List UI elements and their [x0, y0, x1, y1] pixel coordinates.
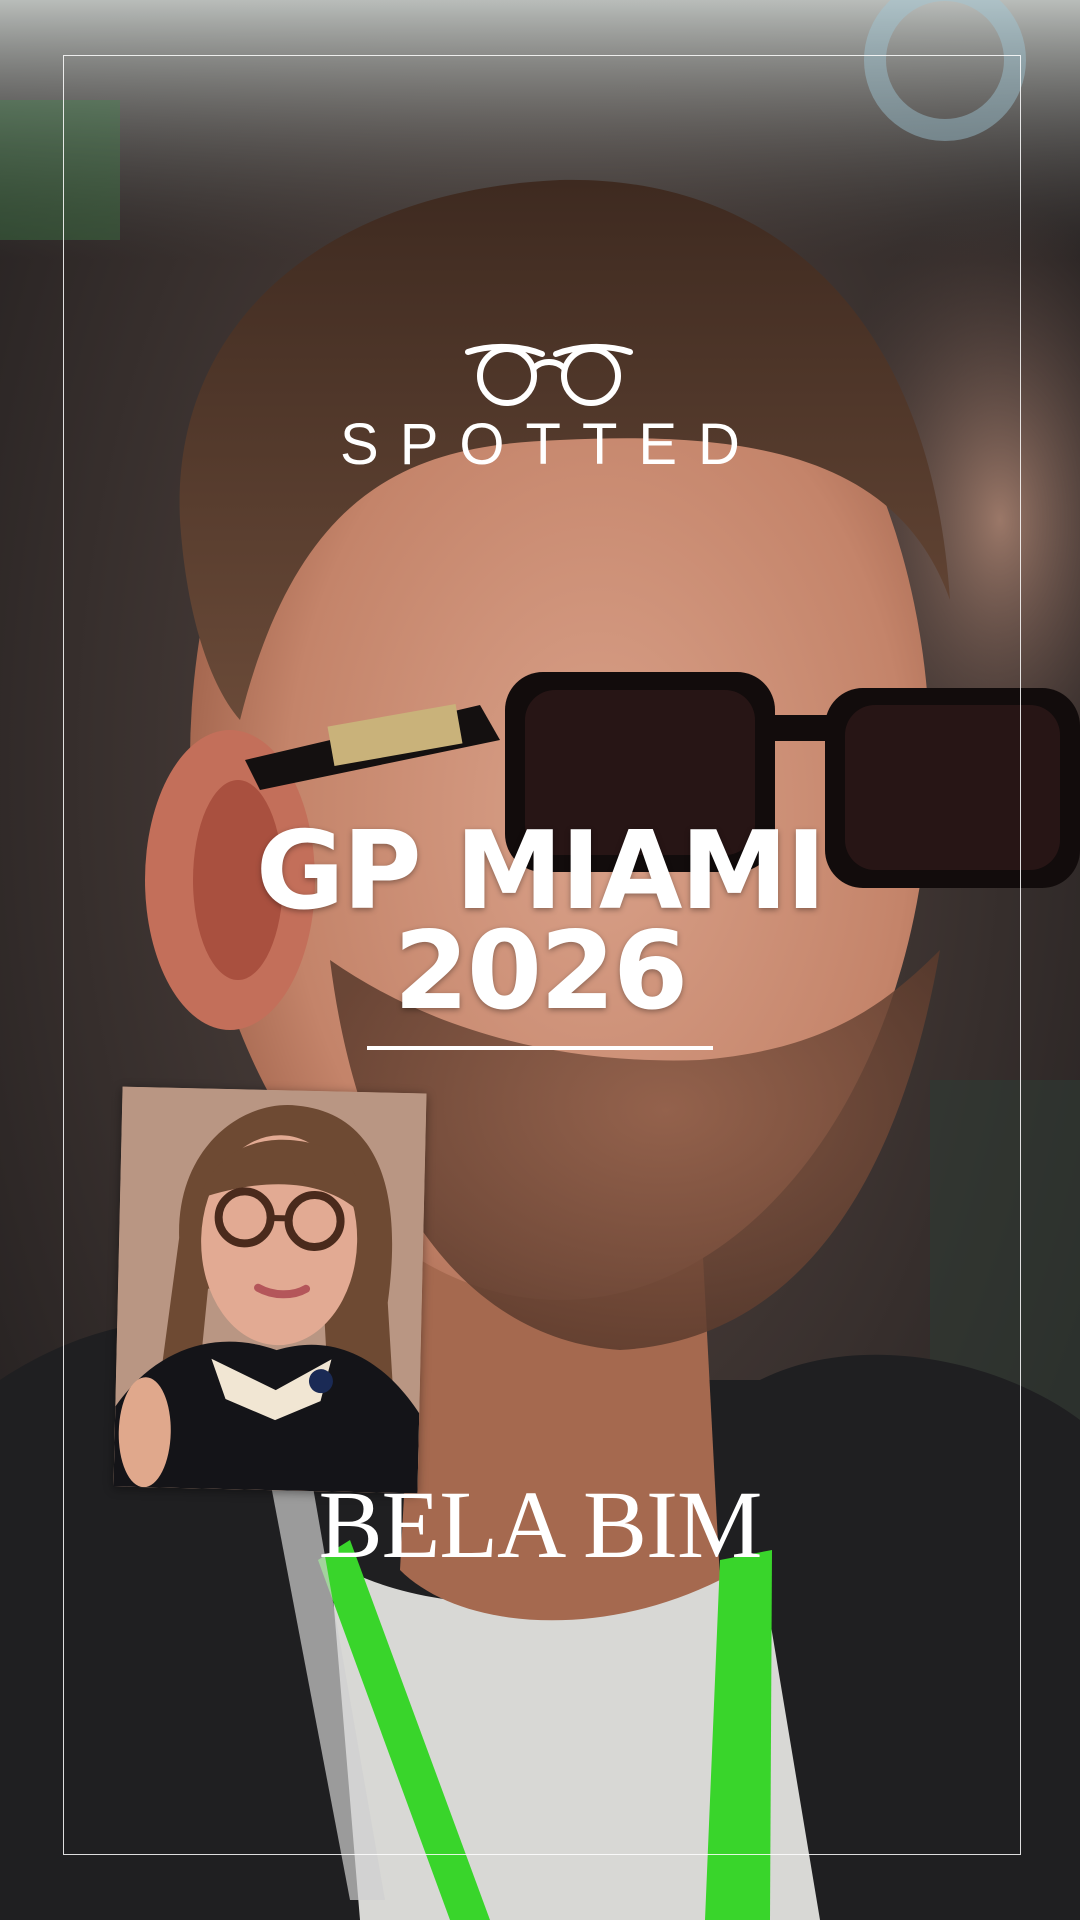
presenter-video-overlay	[113, 1086, 427, 1494]
headline-line-2: 2026	[393, 909, 689, 1034]
headline: GP MIAMI 2026	[0, 809, 1080, 1034]
glasses-icon	[465, 343, 633, 406]
brand-logo: BELA BIM	[318, 1471, 763, 1578]
headline-underline	[367, 1046, 713, 1050]
headline-line-1: GP MIAMI	[255, 809, 826, 934]
logo-name: SPOTTED	[340, 412, 761, 477]
presenter-image	[113, 1086, 427, 1494]
